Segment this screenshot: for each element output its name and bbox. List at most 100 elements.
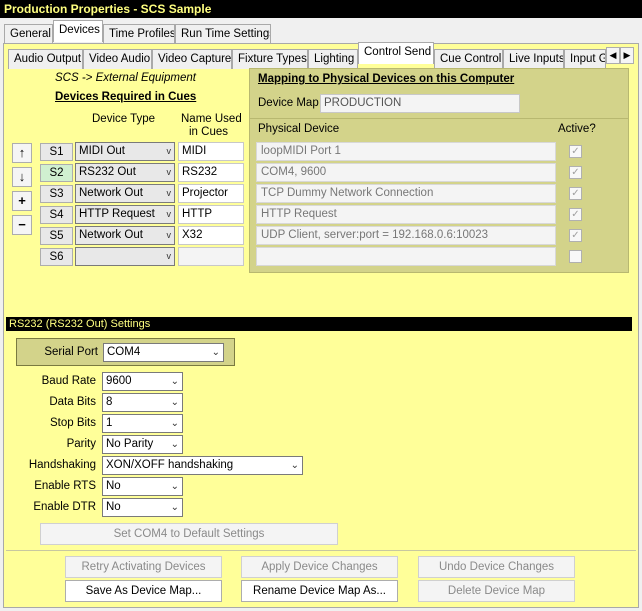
devices-required-heading: Devices Required in Cues [55, 91, 197, 103]
chevron-down-icon: ⌄ [170, 418, 179, 429]
handshaking-select[interactable]: XON/XOFF handshaking ⌄ [102, 456, 303, 475]
chevron-down-icon: v [166, 188, 172, 198]
delete-device-map-button[interactable]: Delete Device Map [418, 580, 575, 602]
chevron-down-icon: ⌄ [170, 481, 179, 492]
serial-port-value: COM4 [107, 346, 141, 358]
col-name-used-1: Name Used [181, 113, 242, 125]
rs232-section-title: RS232 (RS232 Out) Settings [6, 317, 632, 331]
device-type-select-s6[interactable]: v [75, 247, 175, 266]
parity-select[interactable]: No Parity ⌄ [102, 435, 183, 454]
parity-label: Parity [66, 438, 96, 450]
col-device-type: Device Type [92, 113, 156, 125]
scroll-right-icon[interactable]: ▶ [620, 47, 634, 64]
enable-dtr-value: No [106, 501, 121, 513]
device-slot-s1[interactable]: S1 [40, 143, 73, 161]
subtab-cue-control[interactable]: Cue Control [434, 49, 503, 69]
device-slot-s6[interactable]: S6 [40, 248, 73, 266]
undo-device-changes-button[interactable]: Undo Device Changes [418, 556, 575, 578]
move-down-button[interactable]: ↓ [12, 167, 32, 187]
tab-run-time-settings[interactable]: Run Time Settings [175, 24, 271, 44]
tab-time-profiles[interactable]: Time Profiles [103, 24, 175, 44]
apply-device-changes-button[interactable]: Apply Device Changes [241, 556, 398, 578]
active-checkbox-s1[interactable]: ✓ [569, 145, 582, 158]
physical-device-s4[interactable]: HTTP Request [256, 205, 556, 224]
device-type-select-s5[interactable]: Network Out v [75, 226, 175, 245]
save-as-device-map-button[interactable]: Save As Device Map... [65, 580, 222, 602]
set-default-settings-button[interactable]: Set COM4 to Default Settings [40, 523, 338, 545]
enable-rts-value: No [106, 480, 121, 492]
active-checkbox-s3[interactable]: ✓ [569, 187, 582, 200]
col-active: Active? [558, 123, 596, 135]
mapping-divider [250, 118, 628, 119]
active-checkbox-s4[interactable]: ✓ [569, 208, 582, 221]
device-type-value: RS232 Out [79, 166, 136, 178]
data-bits-select[interactable]: 8 ⌄ [102, 393, 183, 412]
enable-dtr-label: Enable DTR [33, 501, 96, 513]
stop-bits-select[interactable]: 1 ⌄ [102, 414, 183, 433]
active-checkbox-s2[interactable]: ✓ [569, 166, 582, 179]
subtab-fixture-types[interactable]: Fixture Types [232, 49, 308, 69]
serial-port-label: Serial Port [44, 346, 98, 358]
device-slot-s2[interactable]: S2 [40, 164, 73, 182]
device-name-input-s5[interactable]: X32 [178, 226, 244, 245]
chevron-down-icon: v [166, 146, 172, 156]
device-type-select-s1[interactable]: MIDI Out v [75, 142, 175, 161]
subtab-video-capture[interactable]: Video Capture [152, 49, 232, 69]
baud-rate-label: Baud Rate [41, 375, 96, 387]
device-name-input-s4[interactable]: HTTP [178, 205, 244, 224]
device-type-select-s3[interactable]: Network Out v [75, 184, 175, 203]
scroll-left-icon[interactable]: ◀ [606, 47, 620, 64]
device-type-value: MIDI Out [79, 145, 126, 157]
serial-port-select[interactable]: COM4 ⌄ [103, 343, 224, 362]
device-name-input-s3[interactable]: Projector [178, 184, 244, 203]
chevron-down-icon: ⌄ [170, 397, 179, 408]
chevron-down-icon: v [166, 209, 172, 219]
chevron-down-icon: ⌄ [170, 439, 179, 450]
physical-device-s1[interactable]: loopMIDI Port 1 [256, 142, 556, 161]
baud-rate-value: 9600 [106, 375, 132, 387]
chevron-down-icon: v [166, 230, 172, 240]
physical-device-s5[interactable]: UDP Client, server:port = 192.168.0.6:10… [256, 226, 556, 245]
device-slot-s4[interactable]: S4 [40, 206, 73, 224]
stop-bits-value: 1 [106, 417, 113, 429]
device-type-value: Network Out [79, 187, 143, 199]
rename-device-map-button[interactable]: Rename Device Map As... [241, 580, 398, 602]
subtab-live-inputs[interactable]: Live Inputs [503, 49, 564, 69]
move-up-button[interactable]: ↑ [12, 143, 32, 163]
enable-rts-select[interactable]: No ⌄ [102, 477, 183, 496]
tab-general[interactable]: General [4, 24, 53, 44]
physical-device-s6[interactable] [256, 247, 556, 266]
mapping-title: Mapping to Physical Devices on this Comp… [258, 73, 515, 85]
device-name-input-s2[interactable]: RS232 [178, 163, 244, 182]
data-bits-label: Data Bits [49, 396, 96, 408]
window-title: Production Properties - SCS Sample [0, 0, 642, 18]
handshaking-value: XON/XOFF handshaking [106, 459, 234, 471]
physical-device-s3[interactable]: TCP Dummy Network Connection [256, 184, 556, 203]
device-name-input-s6[interactable] [178, 247, 244, 266]
caption-scs-external: SCS -> External Equipment [55, 72, 196, 84]
physical-device-s2[interactable]: COM4, 9600 [256, 163, 556, 182]
tab-devices[interactable]: Devices [53, 20, 103, 42]
main-tab-bar: General Devices Time Profiles Run Time S… [0, 20, 642, 44]
subtab-lighting[interactable]: Lighting [308, 49, 358, 69]
active-checkbox-s6[interactable] [569, 250, 582, 263]
device-slot-s3[interactable]: S3 [40, 185, 73, 203]
device-type-select-s2[interactable]: RS232 Out v [75, 163, 175, 182]
device-map-label: Device Map [258, 97, 319, 109]
remove-device-button[interactable]: − [12, 215, 32, 235]
device-map-field: PRODUCTION [320, 94, 520, 113]
subtab-input-groups[interactable]: Input Gr [564, 49, 606, 69]
device-type-select-s4[interactable]: HTTP Request v [75, 205, 175, 224]
retry-activating-button[interactable]: Retry Activating Devices [65, 556, 222, 578]
enable-dtr-select[interactable]: No ⌄ [102, 498, 183, 517]
subtab-control-send[interactable]: Control Send [358, 42, 434, 64]
data-bits-value: 8 [106, 396, 113, 408]
add-device-button[interactable]: + [12, 191, 32, 211]
chevron-down-icon: ⌄ [170, 376, 179, 387]
subtab-video-audio[interactable]: Video Audio [83, 49, 152, 69]
active-checkbox-s5[interactable]: ✓ [569, 229, 582, 242]
subtab-audio-output[interactable]: Audio Output [8, 49, 83, 69]
device-name-input-s1[interactable]: MIDI [178, 142, 244, 161]
device-slot-s5[interactable]: S5 [40, 227, 73, 245]
baud-rate-select[interactable]: 9600 ⌄ [102, 372, 183, 391]
